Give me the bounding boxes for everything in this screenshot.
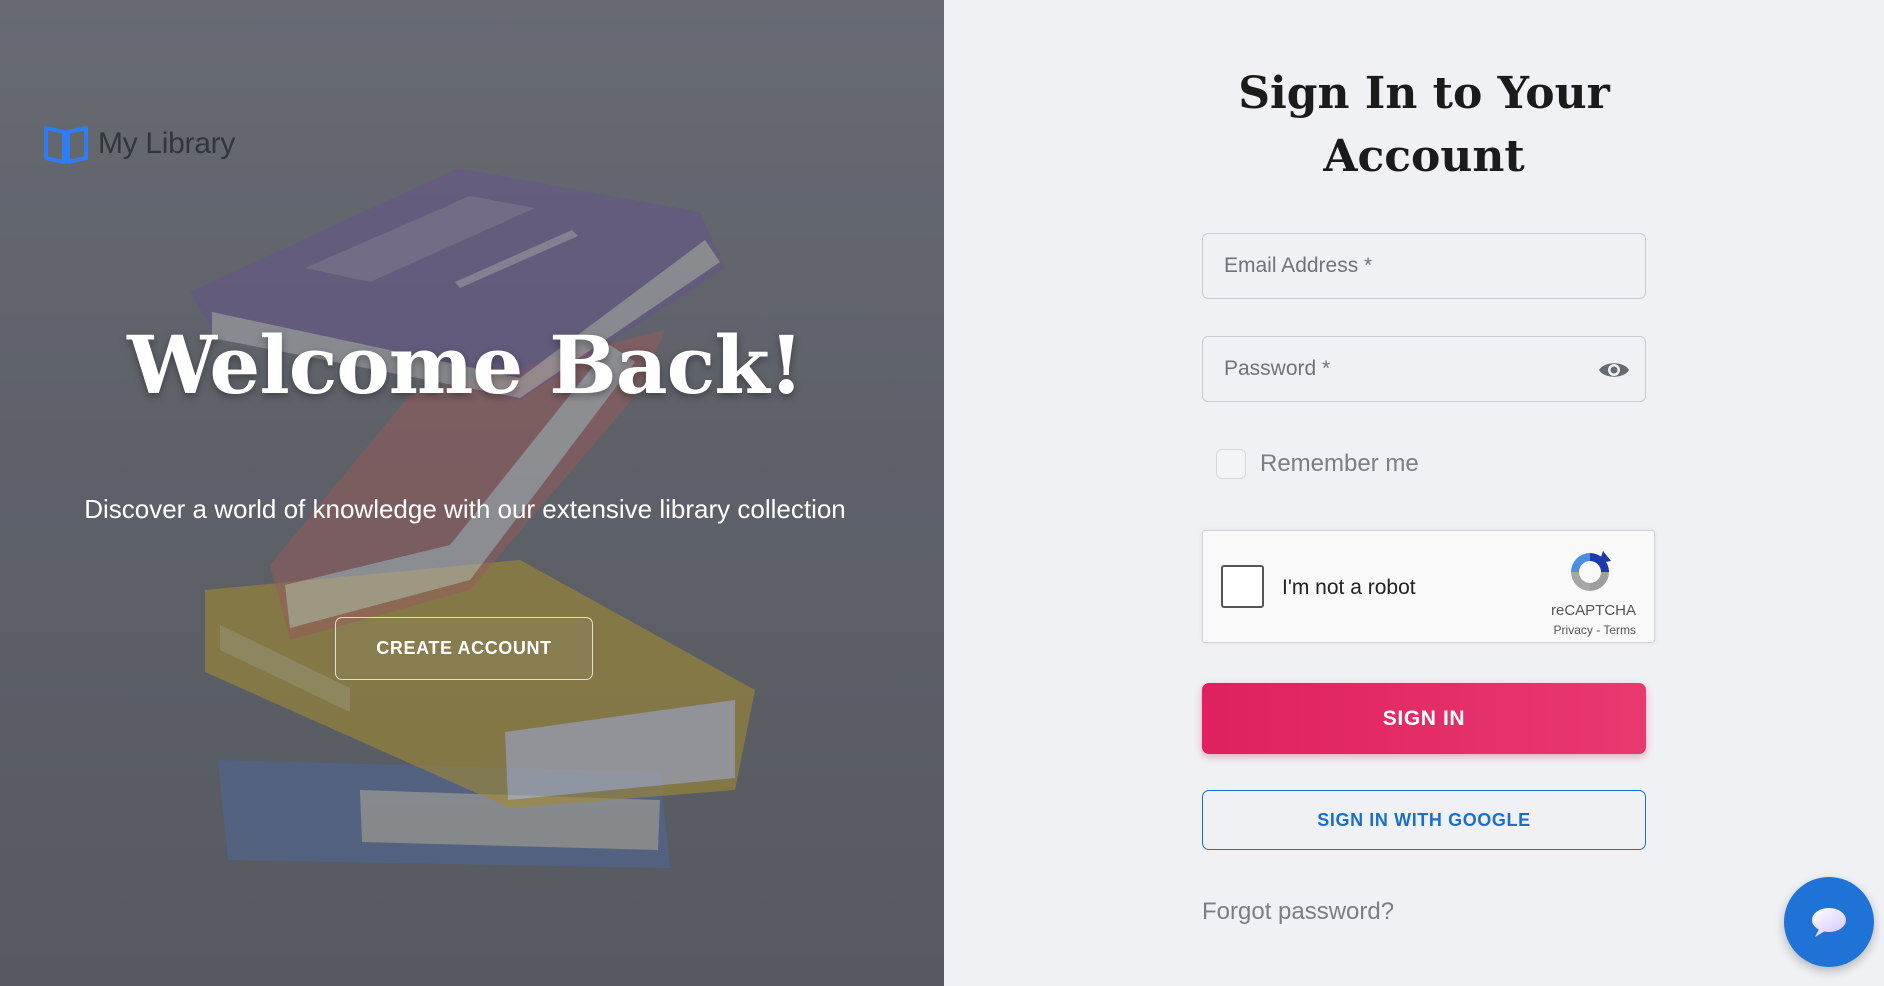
brand-logo[interactable]: My Library [42,120,235,168]
sign-in-heading-line2: Account [1323,131,1525,182]
create-account-button[interactable]: CREATE ACCOUNT [335,617,593,680]
recaptcha-widget: I'm not a robot reCAPTCHA Privacy - Term… [1202,530,1655,643]
remember-me-checkbox[interactable] [1216,449,1246,479]
recaptcha-link-separator: - [1592,623,1604,637]
recaptcha-checkbox[interactable] [1221,565,1264,608]
open-book-icon [44,126,88,164]
email-field[interactable] [1203,234,1645,298]
password-field-wrapper [1202,336,1646,402]
chat-button[interactable] [1784,877,1874,967]
hero-subtitle: Discover a world of knowledge with our e… [84,494,846,524]
brand-name: My Library [98,127,236,160]
sign-in-with-google-button[interactable]: SIGN IN WITH GOOGLE [1202,790,1646,850]
recaptcha-terms-link[interactable]: Terms [1603,623,1636,637]
welcome-heading: Welcome Back! [127,318,804,412]
recaptcha-logo-icon [1571,551,1611,591]
email-field-wrapper [1202,233,1646,299]
recaptcha-brand: reCAPTCHA [1550,602,1636,619]
forgot-password-link[interactable]: Forgot password? [1202,898,1394,926]
sign-in-button[interactable]: SIGN IN [1202,683,1646,754]
recaptcha-links: Privacy - Terms [1554,623,1636,637]
sign-in-heading: Sign In to Your Account [1100,62,1748,188]
show-password-eye-icon[interactable] [1597,354,1631,386]
sign-in-heading-line1: Sign In to Your [1238,68,1610,119]
password-field[interactable] [1203,337,1645,401]
hero-panel: My Library Welcome Back! Discover a worl… [0,0,944,986]
recaptcha-label: I'm not a robot [1282,576,1416,599]
chat-bubble-icon [1812,908,1846,937]
remember-me-row: Remember me [1216,449,1419,479]
remember-me-label: Remember me [1260,450,1419,477]
recaptcha-privacy-link[interactable]: Privacy [1554,623,1593,637]
